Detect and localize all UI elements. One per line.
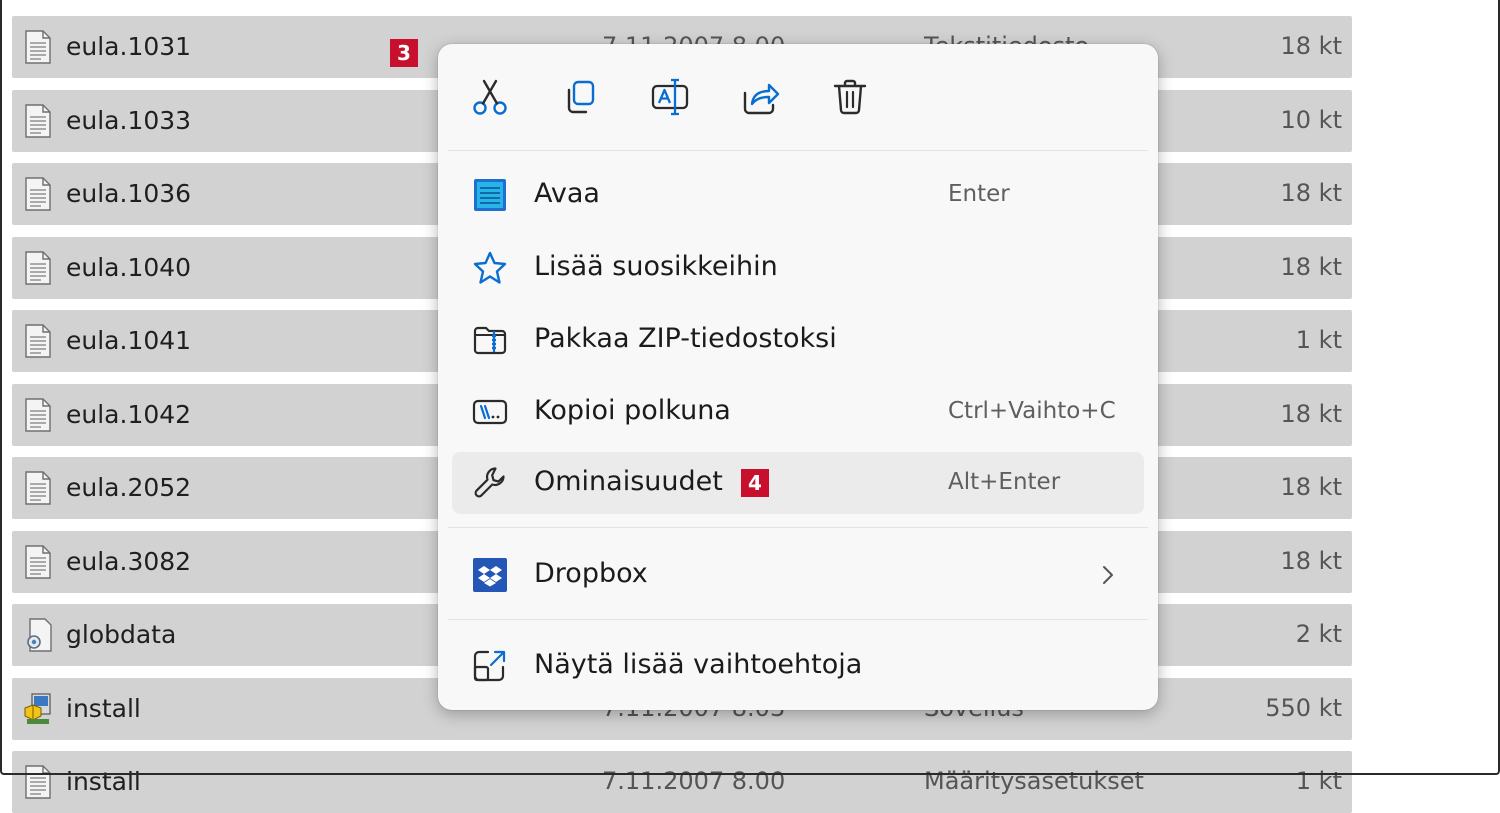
text-file-icon	[24, 544, 52, 579]
menu-item-copy-as-path[interactable]: Kopioi polkuna Ctrl+Vaihto+C	[452, 381, 1144, 443]
menu-item-label: Näytä lisää vaihtoehtoja	[534, 649, 863, 680]
rename-icon	[651, 78, 689, 116]
menu-item-properties[interactable]: Ominaisuudet Alt+Enter	[452, 452, 1144, 514]
delete-icon	[833, 79, 867, 115]
file-size: 2 kt	[1295, 620, 1342, 648]
menu-item-open[interactable]: Avaa Enter	[452, 164, 1144, 226]
menu-item-label: Avaa	[534, 178, 600, 209]
copy-button[interactable]	[560, 77, 600, 117]
text-file-icon	[24, 471, 52, 505]
step-badge-4: 4	[741, 469, 769, 497]
step-badge-3: 3	[390, 39, 418, 67]
share-icon	[743, 83, 780, 115]
rename-button[interactable]	[650, 77, 690, 117]
menu-item-add-to-favorites[interactable]: Lisää suosikkeihin	[452, 237, 1144, 299]
copy-icon	[567, 80, 595, 114]
menu-item-shortcut: Alt+Enter	[948, 469, 1061, 495]
context-menu: Avaa Enter Lisää suosikkeihin Pakkaa ZIP…	[438, 44, 1158, 710]
menu-separator	[448, 619, 1148, 620]
file-name: install	[66, 767, 141, 796]
file-name: eula.1042	[66, 399, 192, 429]
file-size: 550 kt	[1265, 693, 1342, 722]
dropbox-icon	[473, 558, 507, 592]
installer-app-icon	[24, 692, 52, 726]
text-file-icon	[24, 397, 52, 432]
text-file-icon	[24, 103, 52, 138]
chevron-right-icon	[1103, 566, 1113, 584]
file-size: 18 kt	[1280, 252, 1342, 281]
share-button[interactable]	[740, 77, 780, 117]
file-name: eula.3082	[66, 546, 192, 576]
menu-item-label: Ominaisuudet	[534, 466, 723, 497]
file-name: eula.1031	[66, 32, 192, 61]
file-name: install	[66, 693, 141, 723]
show-more-options-icon	[473, 650, 506, 682]
file-name: eula.1041	[66, 326, 192, 355]
file-size: 1 kt	[1295, 326, 1342, 354]
file-name: eula.2052	[66, 473, 192, 502]
file-size: 1 kt	[1295, 767, 1342, 795]
text-file-icon	[24, 250, 52, 285]
file-size: 18 kt	[1280, 179, 1342, 207]
file-size: 10 kt	[1280, 105, 1342, 134]
zip-folder-icon	[473, 326, 507, 355]
delete-button[interactable]	[830, 77, 870, 117]
file-size: 18 kt	[1280, 32, 1342, 60]
notepad-icon	[474, 179, 506, 211]
menu-item-label: Kopioi polkuna	[534, 395, 731, 426]
text-file-icon	[24, 177, 52, 211]
menu-separator	[448, 150, 1148, 151]
text-file-icon	[24, 765, 52, 799]
file-type: Määritysasetukset	[924, 767, 1144, 795]
file-date: 7.11.2007 8.00	[602, 767, 786, 795]
menu-item-shortcut: Enter	[948, 181, 1010, 207]
text-file-icon	[24, 30, 52, 64]
file-row[interactable]: install 7.11.2007 8.00 Määritysasetukset 1 …	[12, 751, 1352, 813]
file-name: globdata	[66, 620, 177, 649]
wrench-icon	[474, 467, 505, 498]
menu-item-dropbox[interactable]: Dropbox	[452, 544, 1144, 606]
file-name: eula.1040	[66, 252, 192, 282]
menu-item-compress-zip[interactable]: Pakkaa ZIP-tiedostoksi	[452, 309, 1144, 371]
file-size: 18 kt	[1280, 399, 1342, 428]
text-file-icon	[24, 324, 52, 358]
cut-icon	[473, 79, 507, 115]
menu-item-label: Dropbox	[534, 558, 648, 589]
quick-action-bar	[438, 44, 1158, 150]
cut-button[interactable]	[470, 77, 510, 117]
file-size: 18 kt	[1280, 546, 1342, 575]
menu-separator	[448, 527, 1148, 528]
menu-item-label: Lisää suosikkeihin	[534, 251, 778, 282]
file-name: eula.1033	[66, 105, 192, 135]
file-size: 18 kt	[1280, 473, 1342, 501]
menu-item-label: Pakkaa ZIP-tiedostoksi	[534, 323, 837, 354]
star-icon	[473, 251, 507, 284]
file-name: eula.1036	[66, 179, 192, 208]
settings-file-icon	[24, 618, 52, 652]
menu-item-show-more-options[interactable]: Näytä lisää vaihtoehtoja	[452, 635, 1144, 697]
copy-path-icon	[472, 399, 508, 425]
menu-item-shortcut: Ctrl+Vaihto+C	[948, 398, 1116, 424]
